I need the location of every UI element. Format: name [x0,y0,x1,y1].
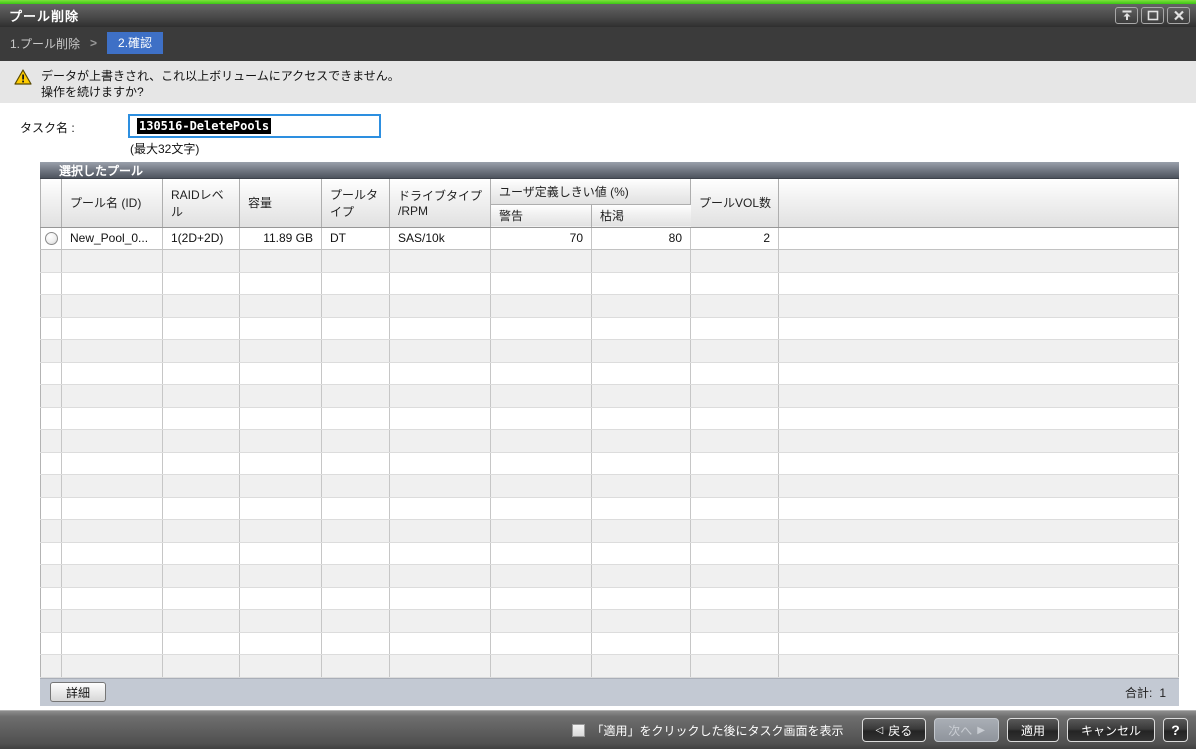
window-title: プール削除 [9,9,80,24]
next-arrow-icon: ▶ [977,724,985,736]
warning-line-1: データが上書きされ、これ以上ボリュームにアクセスできません。 [41,69,400,83]
window-controls [1115,7,1190,24]
rollup-button[interactable] [1115,7,1138,24]
header-pool-vols: プールVOL数 [690,179,780,228]
table-row-empty [40,339,1179,363]
window-title-bar: プール削除 [0,4,1196,27]
cell-pool-type: DT [321,227,390,250]
selected-pools-panel: 選択したプール プール名 (ID) RAIDレベル 容量 プールタイプ ドライブ… [40,162,1179,706]
breadcrumb-bar: 1.プール削除 > 2.確認 [0,27,1196,61]
close-icon [1173,10,1185,21]
bottom-action-bar: 「適用」をクリックした後にタスク画面を表示 ◁ 戻る 次へ ▶ 適用 キャンセル… [0,710,1196,749]
table-row-empty [40,632,1179,655]
rollup-icon [1121,10,1133,21]
show-task-screen-label: 「適用」をクリックした後にタスク画面を表示 [591,723,844,738]
pool-delete-dialog: プール削除 1.プール削除 > 2.確認 データが上書きされ、これ以上ボリューム… [0,0,1196,749]
table-row-empty [40,654,1179,678]
table-row-empty [40,474,1179,498]
table-row-empty [40,272,1179,295]
table-row-empty [40,542,1179,565]
table-footer-bar: 詳細 合計: 1 [40,677,1179,706]
show-task-screen-checkbox[interactable] [571,723,585,737]
table-row-empty [40,497,1179,520]
next-button-label: 次へ [948,723,973,738]
warning-text: データが上書きされ、これ以上ボリュームにアクセスできません。 操作を続けますか? [41,68,400,100]
apply-button[interactable]: 適用 [1006,718,1059,742]
warning-message-area: データが上書きされ、これ以上ボリュームにアクセスできません。 操作を続けますか? [0,61,1196,103]
table-row-empty [40,452,1179,475]
warning-icon [14,69,32,88]
table-row-empty [40,249,1179,273]
cell-threshold-depletion: 80 [591,227,692,250]
task-name-section: タスク名 : 130516-DeletePools (最大32文字) [0,103,1196,162]
maximize-button[interactable] [1141,7,1164,24]
total-count: 合計: 1 [1125,684,1166,701]
back-button-label: 戻る [888,723,913,738]
selected-pools-table: プール名 (ID) RAIDレベル 容量 プールタイプ ドライブタイプ /RPM… [40,179,1179,678]
show-task-screen-option: 「適用」をクリックした後にタスク画面を表示 [571,722,844,739]
cancel-button[interactable]: キャンセル [1066,718,1155,742]
table-row-empty [40,564,1179,588]
breadcrumb-step-2-current: 2.確認 [107,32,164,54]
breadcrumb-separator: > [90,36,98,50]
table-row-empty [40,429,1179,453]
help-button[interactable]: ? [1163,718,1188,742]
table-row-empty [40,362,1179,385]
cell-pool-vols: 2 [690,227,780,250]
breadcrumb: 1.プール削除 > 2.確認 [0,27,1196,54]
task-name-max-length-hint: (最大32文字) [130,142,200,156]
header-select-column [40,179,62,228]
cell-threshold-warning: 70 [490,227,592,250]
pool-table-body: New_Pool_0... 1(2D+2D) 11.89 GB DT SAS/1… [40,227,1179,678]
header-capacity: 容量 [239,179,322,228]
table-row-empty [40,519,1179,543]
next-button: 次へ ▶ [934,718,999,742]
back-arrow-icon: ◁ [875,724,884,736]
total-value: 1 [1159,685,1166,700]
row-radio-button[interactable] [44,232,58,246]
header-pool-name: プール名 (ID) [61,179,163,228]
table-row-pool: New_Pool_0... 1(2D+2D) 11.89 GB DT SAS/1… [40,227,1179,250]
cell-pool-name: New_Pool_0... [61,227,163,250]
maximize-icon [1147,10,1159,21]
header-raid-level: RAIDレベル [162,179,240,228]
detail-button[interactable]: 詳細 [50,682,106,702]
back-button[interactable]: ◁ 戻る [861,718,927,742]
header-threshold-depletion: 枯渇 [591,204,691,228]
cell-drive-type: SAS/10k [389,227,491,250]
header-filler [778,179,1179,228]
table-row-empty [40,407,1179,430]
task-name-label: タスク名 : [20,121,75,135]
task-name-input[interactable]: 130516-DeletePools [128,114,381,138]
header-drive-type: ドライブタイプ /RPM [389,179,491,228]
table-row-empty [40,317,1179,340]
header-threshold-warning: 警告 [490,204,592,228]
header-user-threshold-group: ユーザ定義しきい値 (%) [490,179,692,205]
cell-capacity: 11.89 GB [239,227,322,250]
table-row-empty [40,609,1179,633]
table-row-empty [40,294,1179,318]
cell-filler [778,227,1179,250]
breadcrumb-step-1[interactable]: 1.プール削除 [10,35,80,52]
table-row-empty [40,384,1179,408]
cell-raid-level: 1(2D+2D) [162,227,240,250]
table-row-empty [40,587,1179,610]
row-select-cell [40,227,62,250]
warning-line-2: 操作を続けますか? [41,85,144,99]
close-button[interactable] [1167,7,1190,24]
task-name-value-selected: 130516-DeletePools [137,118,272,134]
total-label: 合計: [1124,685,1153,700]
table-title: 選択したプール [40,162,1179,179]
header-pool-type: プールタイプ [321,179,390,228]
